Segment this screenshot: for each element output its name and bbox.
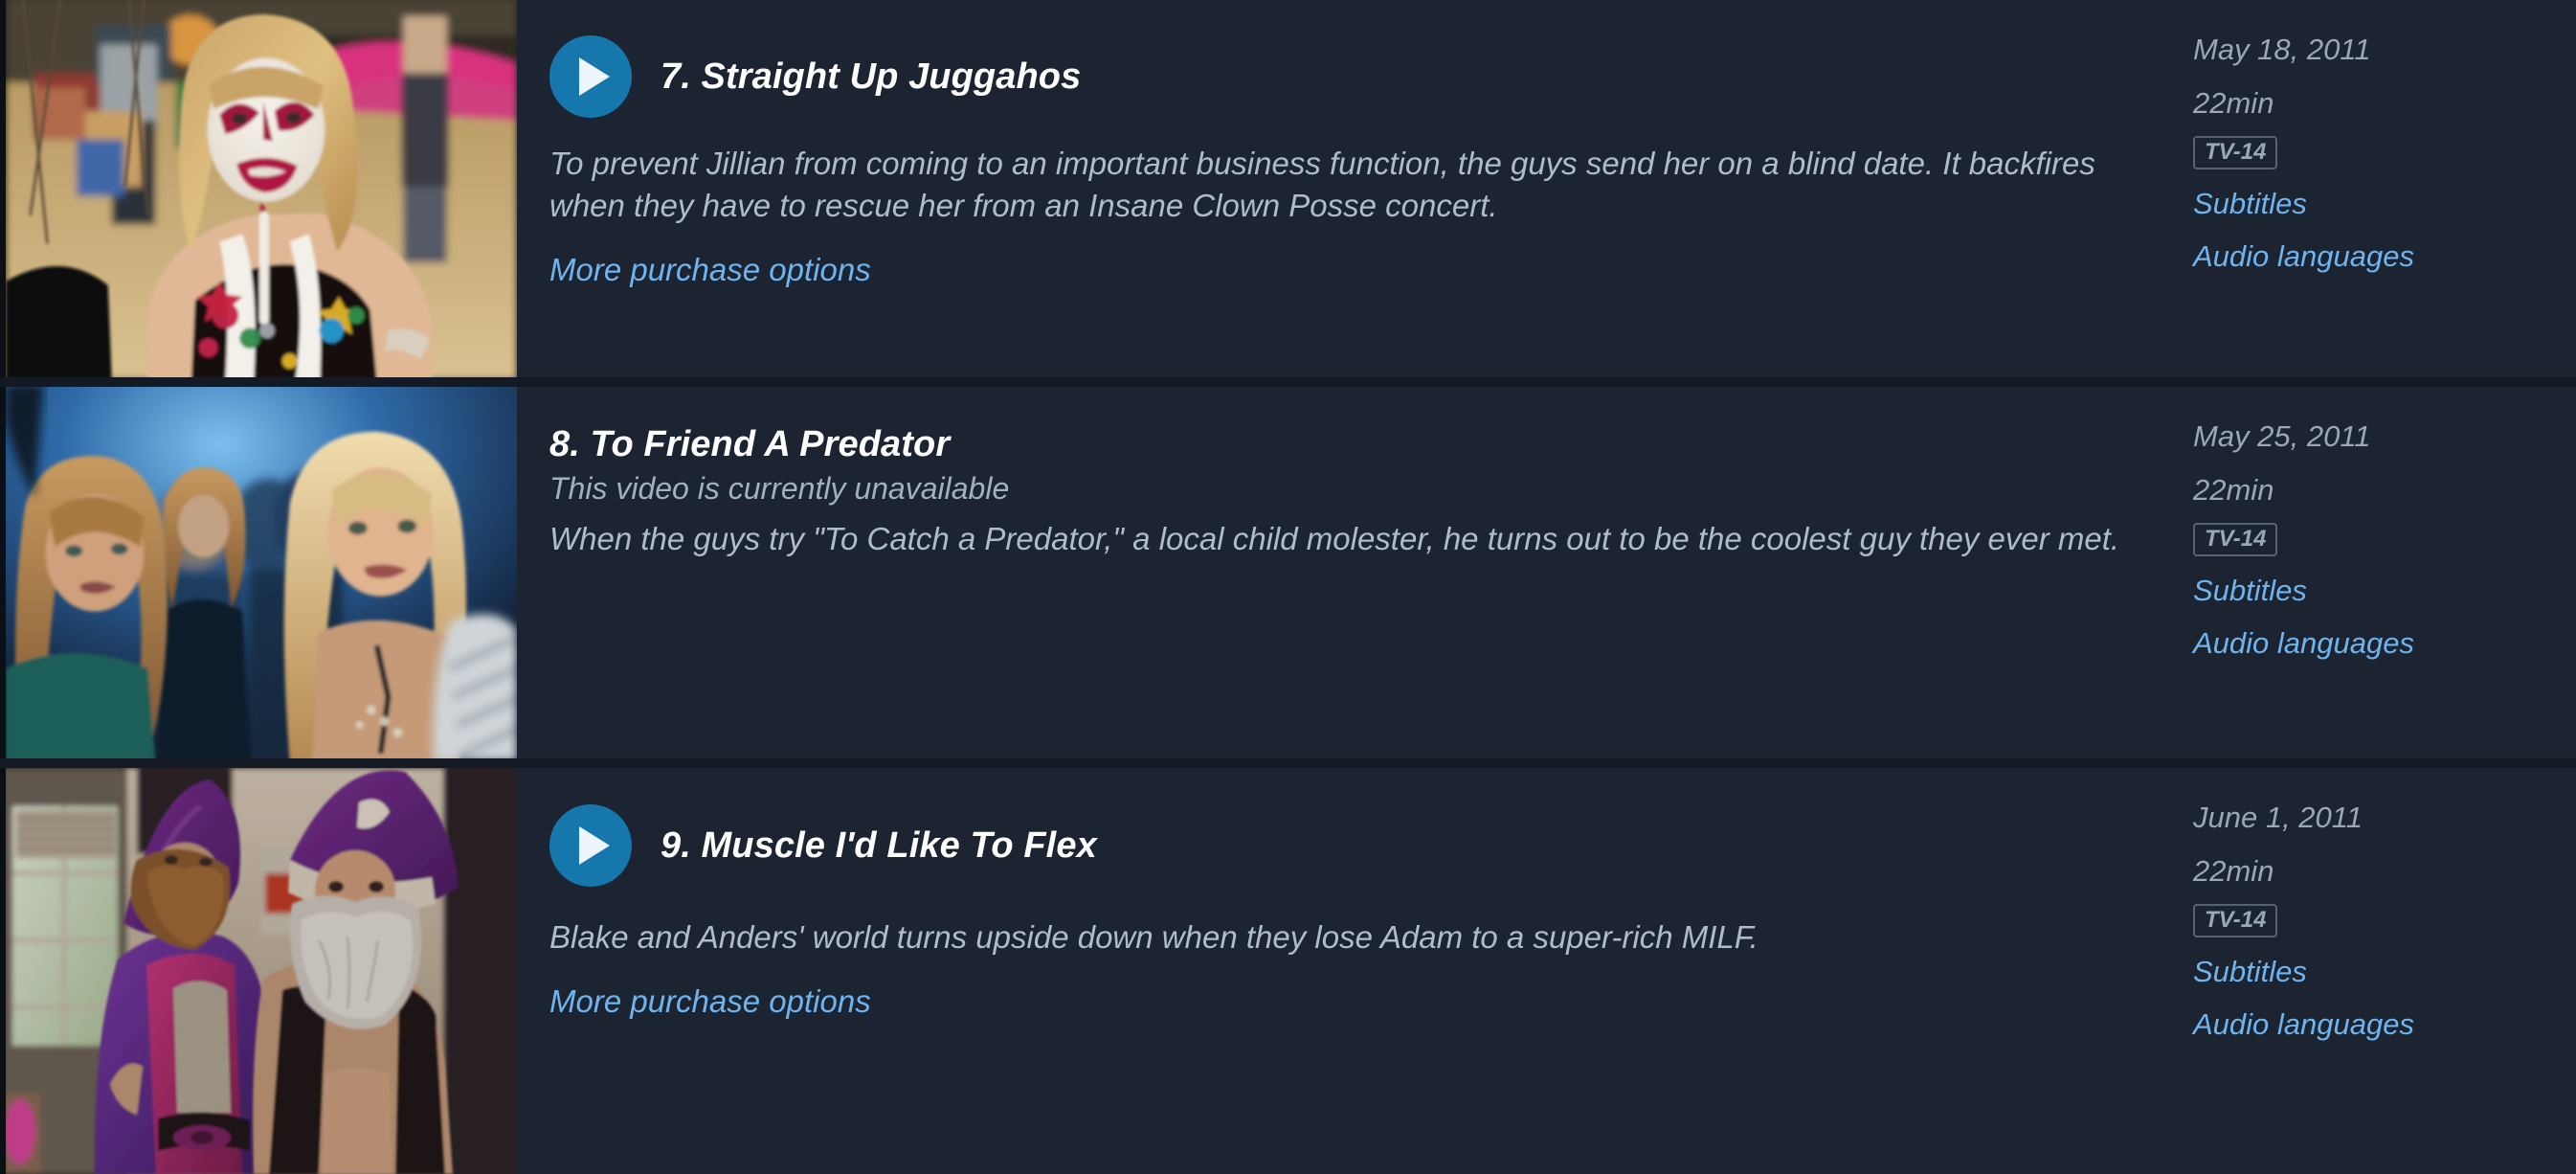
more-purchase-options-link[interactable]: More purchase options: [549, 983, 871, 1020]
episode-list: 7. Straight Up Juggahos To prevent Jillia…: [0, 0, 2576, 1174]
runtime: 22min: [2193, 854, 2274, 888]
play-button[interactable]: [549, 804, 632, 887]
episode-thumbnail-image: [6, 768, 517, 1174]
subtitles-link[interactable]: Subtitles: [2193, 187, 2576, 221]
audio-languages-link[interactable]: Audio languages: [2193, 1007, 2576, 1042]
subtitles-link[interactable]: Subtitles: [2193, 955, 2576, 989]
episode-title[interactable]: 9. Muscle I'd Like To Flex: [661, 825, 1097, 867]
episode-title[interactable]: 8. To Friend A Predator: [549, 424, 950, 465]
content-rating-badge: TV-14: [2193, 904, 2278, 937]
episode-details: 9. Muscle I'd Like To Flex Blake and Ande…: [517, 768, 2193, 1174]
episode-thumbnail[interactable]: [0, 768, 517, 1174]
play-button[interactable]: [549, 35, 632, 118]
play-triangle-icon: [579, 57, 610, 96]
episode-details: 7. Straight Up Juggahos To prevent Jillia…: [517, 0, 2193, 413]
episode-thumbnail[interactable]: [0, 0, 517, 377]
air-date: May 25, 2011: [2193, 419, 2371, 453]
air-date: June 1, 2011: [2193, 801, 2363, 834]
episode-row[interactable]: 7. Straight Up Juggahos To prevent Jillia…: [0, 0, 2576, 387]
episode-synopsis: Blake and Anders' world turns upside dow…: [549, 919, 1758, 955]
content-rating-wrapper: TV-14: [2193, 904, 2576, 937]
episode-thumbnail[interactable]: [0, 387, 517, 758]
episode-metadata: May 18, 2011 22min TV-14 Subtitles Audio lan…: [2193, 0, 2576, 274]
audio-languages-link[interactable]: Audio languages: [2193, 239, 2576, 274]
air-date: May 18, 2011: [2193, 33, 2371, 66]
episode-thumbnail-image: [6, 387, 517, 758]
episode-list-page: 7. Straight Up Juggahos To prevent Jillia…: [0, 0, 2576, 1174]
more-purchase-options-link[interactable]: More purchase options: [549, 252, 871, 288]
episode-synopsis: To prevent Jillian from coming to an imp…: [549, 146, 2095, 223]
content-rating-wrapper: TV-14: [2193, 523, 2576, 556]
episode-thumbnail-image: [6, 0, 517, 377]
episode-title-row: 7. Straight Up Juggahos: [549, 35, 2193, 118]
episode-title-row: 8. To Friend A Predator: [549, 424, 2193, 465]
episode-title[interactable]: 7. Straight Up Juggahos: [661, 56, 1081, 98]
content-rating-badge: TV-14: [2193, 523, 2278, 556]
episode-row[interactable]: 8. To Friend A Predator This video is cur…: [0, 387, 2576, 768]
episode-title-row: 9. Muscle I'd Like To Flex: [549, 804, 2193, 887]
audio-languages-link[interactable]: Audio languages: [2193, 626, 2576, 661]
runtime: 22min: [2193, 473, 2274, 507]
episode-metadata: June 1, 2011 22min TV-14 Subtitles Audio lan…: [2193, 768, 2576, 1042]
unavailable-notice: This video is currently unavailable: [549, 471, 1010, 506]
episode-details: 8. To Friend A Predator This video is cur…: [517, 387, 2193, 796]
episode-row[interactable]: 9. Muscle I'd Like To Flex Blake and Ande…: [0, 768, 2576, 1174]
episode-synopsis: When the guys try "To Catch a Predator,"…: [549, 521, 2120, 556]
play-triangle-icon: [579, 826, 610, 865]
subtitles-link[interactable]: Subtitles: [2193, 574, 2576, 608]
content-rating-badge: TV-14: [2193, 136, 2278, 169]
content-rating-wrapper: TV-14: [2193, 136, 2576, 169]
episode-metadata: May 25, 2011 22min TV-14 Subtitles Audio lan…: [2193, 387, 2576, 661]
runtime: 22min: [2193, 86, 2274, 120]
